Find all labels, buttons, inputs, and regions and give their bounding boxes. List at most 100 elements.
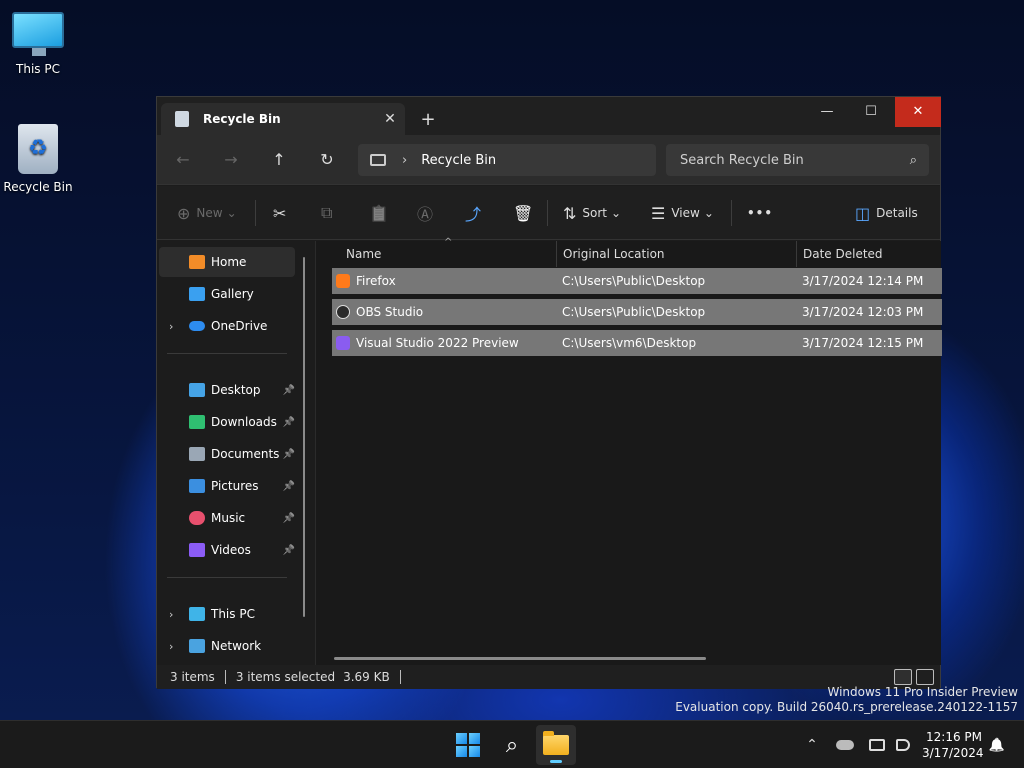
search-icon: ⌕ — [505, 732, 519, 758]
tab-recycle-bin[interactable]: Recycle Bin ✕ — [161, 103, 405, 135]
notifications-button[interactable]: 🔔 — [984, 721, 1010, 768]
volume-tray-icon[interactable] — [890, 721, 916, 768]
file-name-cell: OBS Studio — [332, 305, 562, 319]
breadcrumb-chevron-icon: › — [402, 152, 408, 168]
sidebar-item-label: Home — [211, 255, 247, 269]
chevron-down-icon: ⌄ — [226, 206, 237, 220]
status-divider — [224, 670, 226, 684]
sidebar-item-music[interactable]: Music 📌 — [159, 503, 295, 533]
file-row-visual-studio[interactable]: Visual Studio 2022 Preview C:\Users\vm6\… — [332, 330, 942, 356]
delete-button[interactable]: 🗑 — [513, 198, 539, 228]
refresh-button[interactable]: ↻ — [313, 147, 341, 173]
sidebar-item-pictures[interactable]: Pictures 📌 — [159, 471, 295, 501]
sidebar-item-documents[interactable]: Documents 📌 — [159, 439, 295, 469]
chevron-right-icon[interactable]: › — [169, 608, 173, 621]
address-box[interactable]: › Recycle Bin — [358, 144, 656, 176]
column-header-original-location[interactable]: Original Location — [563, 241, 665, 267]
sidebar-item-onedrive[interactable]: › OneDrive — [159, 311, 295, 341]
desktop-folder-icon — [189, 383, 205, 397]
large-icons-view-icon[interactable] — [916, 669, 934, 685]
file-row-firefox[interactable]: Firefox C:\Users\Public\Desktop 3/17/202… — [332, 268, 942, 294]
sidebar-item-network[interactable]: › Network — [159, 631, 295, 661]
music-icon — [189, 511, 205, 525]
sidebar-item-gallery[interactable]: Gallery — [159, 279, 295, 309]
horizontal-scrollbar[interactable] — [334, 657, 706, 660]
file-name: OBS Studio — [356, 305, 424, 319]
selection-size: 3.69 KB — [343, 670, 390, 684]
gallery-icon — [189, 287, 205, 301]
chevron-right-icon[interactable]: › — [169, 640, 173, 653]
maximize-button[interactable]: ☐ — [849, 97, 893, 127]
column-divider[interactable] — [556, 241, 557, 267]
close-button[interactable]: ✕ — [895, 97, 941, 127]
paste-button[interactable]: 📋 — [369, 198, 395, 228]
breadcrumb-recycle-bin[interactable]: Recycle Bin — [421, 153, 496, 168]
cut-button[interactable]: ✂ — [273, 198, 292, 228]
view-button[interactable]: ☰ View ⌄ — [651, 198, 714, 228]
sidebar-divider — [167, 577, 287, 578]
sidebar-scrollbar[interactable] — [303, 257, 305, 617]
file-name: Firefox — [356, 274, 396, 288]
pin-icon: 📌 — [282, 384, 295, 396]
search-input[interactable]: Search Recycle Bin ⌕ — [666, 144, 929, 176]
home-icon — [189, 255, 205, 269]
details-label: Details — [876, 206, 918, 220]
scissors-icon: ✂ — [273, 203, 287, 223]
selection-count: 3 items selected — [235, 670, 336, 684]
file-list-pane: ^ Name Original Location Date Deleted Fi… — [315, 237, 942, 665]
sidebar-item-label: Gallery — [211, 287, 254, 301]
chevron-up-icon: ⌃ — [806, 737, 818, 753]
videos-icon — [189, 543, 205, 557]
sidebar-item-downloads[interactable]: Downloads 📌 — [159, 407, 295, 437]
new-label: New — [196, 206, 223, 220]
chevron-down-icon: ⌄ — [611, 206, 622, 220]
sort-icon: ⇅ — [563, 203, 577, 223]
taskbar-search-button[interactable]: ⌕ — [492, 725, 532, 765]
sort-ascending-icon: ^ — [444, 237, 453, 248]
recycle-bin-icon — [18, 124, 58, 174]
up-button[interactable]: ↑ — [265, 147, 293, 173]
share-button[interactable]: ⤴ — [465, 198, 487, 228]
forward-button[interactable]: → — [217, 147, 245, 173]
tab-close-icon[interactable]: ✕ — [375, 111, 405, 127]
more-options-button[interactable]: ••• — [747, 198, 773, 228]
bell-icon: 🔔 — [988, 737, 1006, 753]
sort-button[interactable]: ⇅ Sort ⌄ — [563, 198, 621, 228]
recycle-bin-icon — [175, 111, 189, 127]
network-tray-icon[interactable] — [864, 721, 890, 768]
minimize-button[interactable]: — — [805, 97, 849, 127]
sidebar-item-this-pc[interactable]: › This PC — [159, 599, 295, 629]
desktop-icon-this-pc[interactable]: This PC — [0, 12, 76, 76]
pin-icon: 📌 — [282, 512, 295, 524]
new-button[interactable]: ⊕ New ⌄ — [177, 198, 237, 228]
monitor-icon — [370, 154, 386, 166]
copy-button[interactable]: ⧉ — [321, 198, 338, 228]
sidebar-item-home[interactable]: Home — [159, 247, 295, 277]
details-pane-button[interactable]: ◫ Details — [855, 198, 918, 228]
chevron-right-icon[interactable]: › — [169, 320, 173, 333]
desktop-icon-recycle-bin[interactable]: Recycle Bin — [0, 124, 76, 194]
new-tab-button[interactable]: + — [415, 107, 441, 133]
column-divider[interactable] — [796, 241, 797, 267]
show-hidden-icons-button[interactable]: ⌃ — [800, 721, 824, 768]
column-header-name[interactable]: Name — [346, 241, 381, 267]
taskbar-file-explorer[interactable] — [536, 725, 576, 765]
details-view-icon[interactable] — [894, 669, 912, 685]
firefox-icon — [336, 274, 350, 288]
pin-icon: 📌 — [282, 448, 295, 460]
pictures-icon — [189, 479, 205, 493]
back-button[interactable]: ← — [169, 147, 197, 173]
desktop-icon-label: Recycle Bin — [3, 180, 73, 194]
column-header-date-deleted[interactable]: Date Deleted — [803, 241, 883, 267]
file-row-obs-studio[interactable]: OBS Studio C:\Users\Public\Desktop 3/17/… — [332, 299, 942, 325]
folder-icon — [543, 731, 569, 755]
rename-button[interactable]: Ⓐ — [417, 198, 439, 228]
sidebar-item-videos[interactable]: Videos 📌 — [159, 535, 295, 565]
status-divider — [399, 670, 401, 684]
clock[interactable]: 12:16 PM 3/17/2024 — [922, 729, 984, 761]
documents-icon — [189, 447, 205, 461]
pin-icon: 📌 — [282, 480, 295, 492]
sidebar-item-desktop[interactable]: Desktop 📌 — [159, 375, 295, 405]
onedrive-tray-icon[interactable] — [832, 721, 858, 768]
start-button[interactable] — [448, 725, 488, 765]
